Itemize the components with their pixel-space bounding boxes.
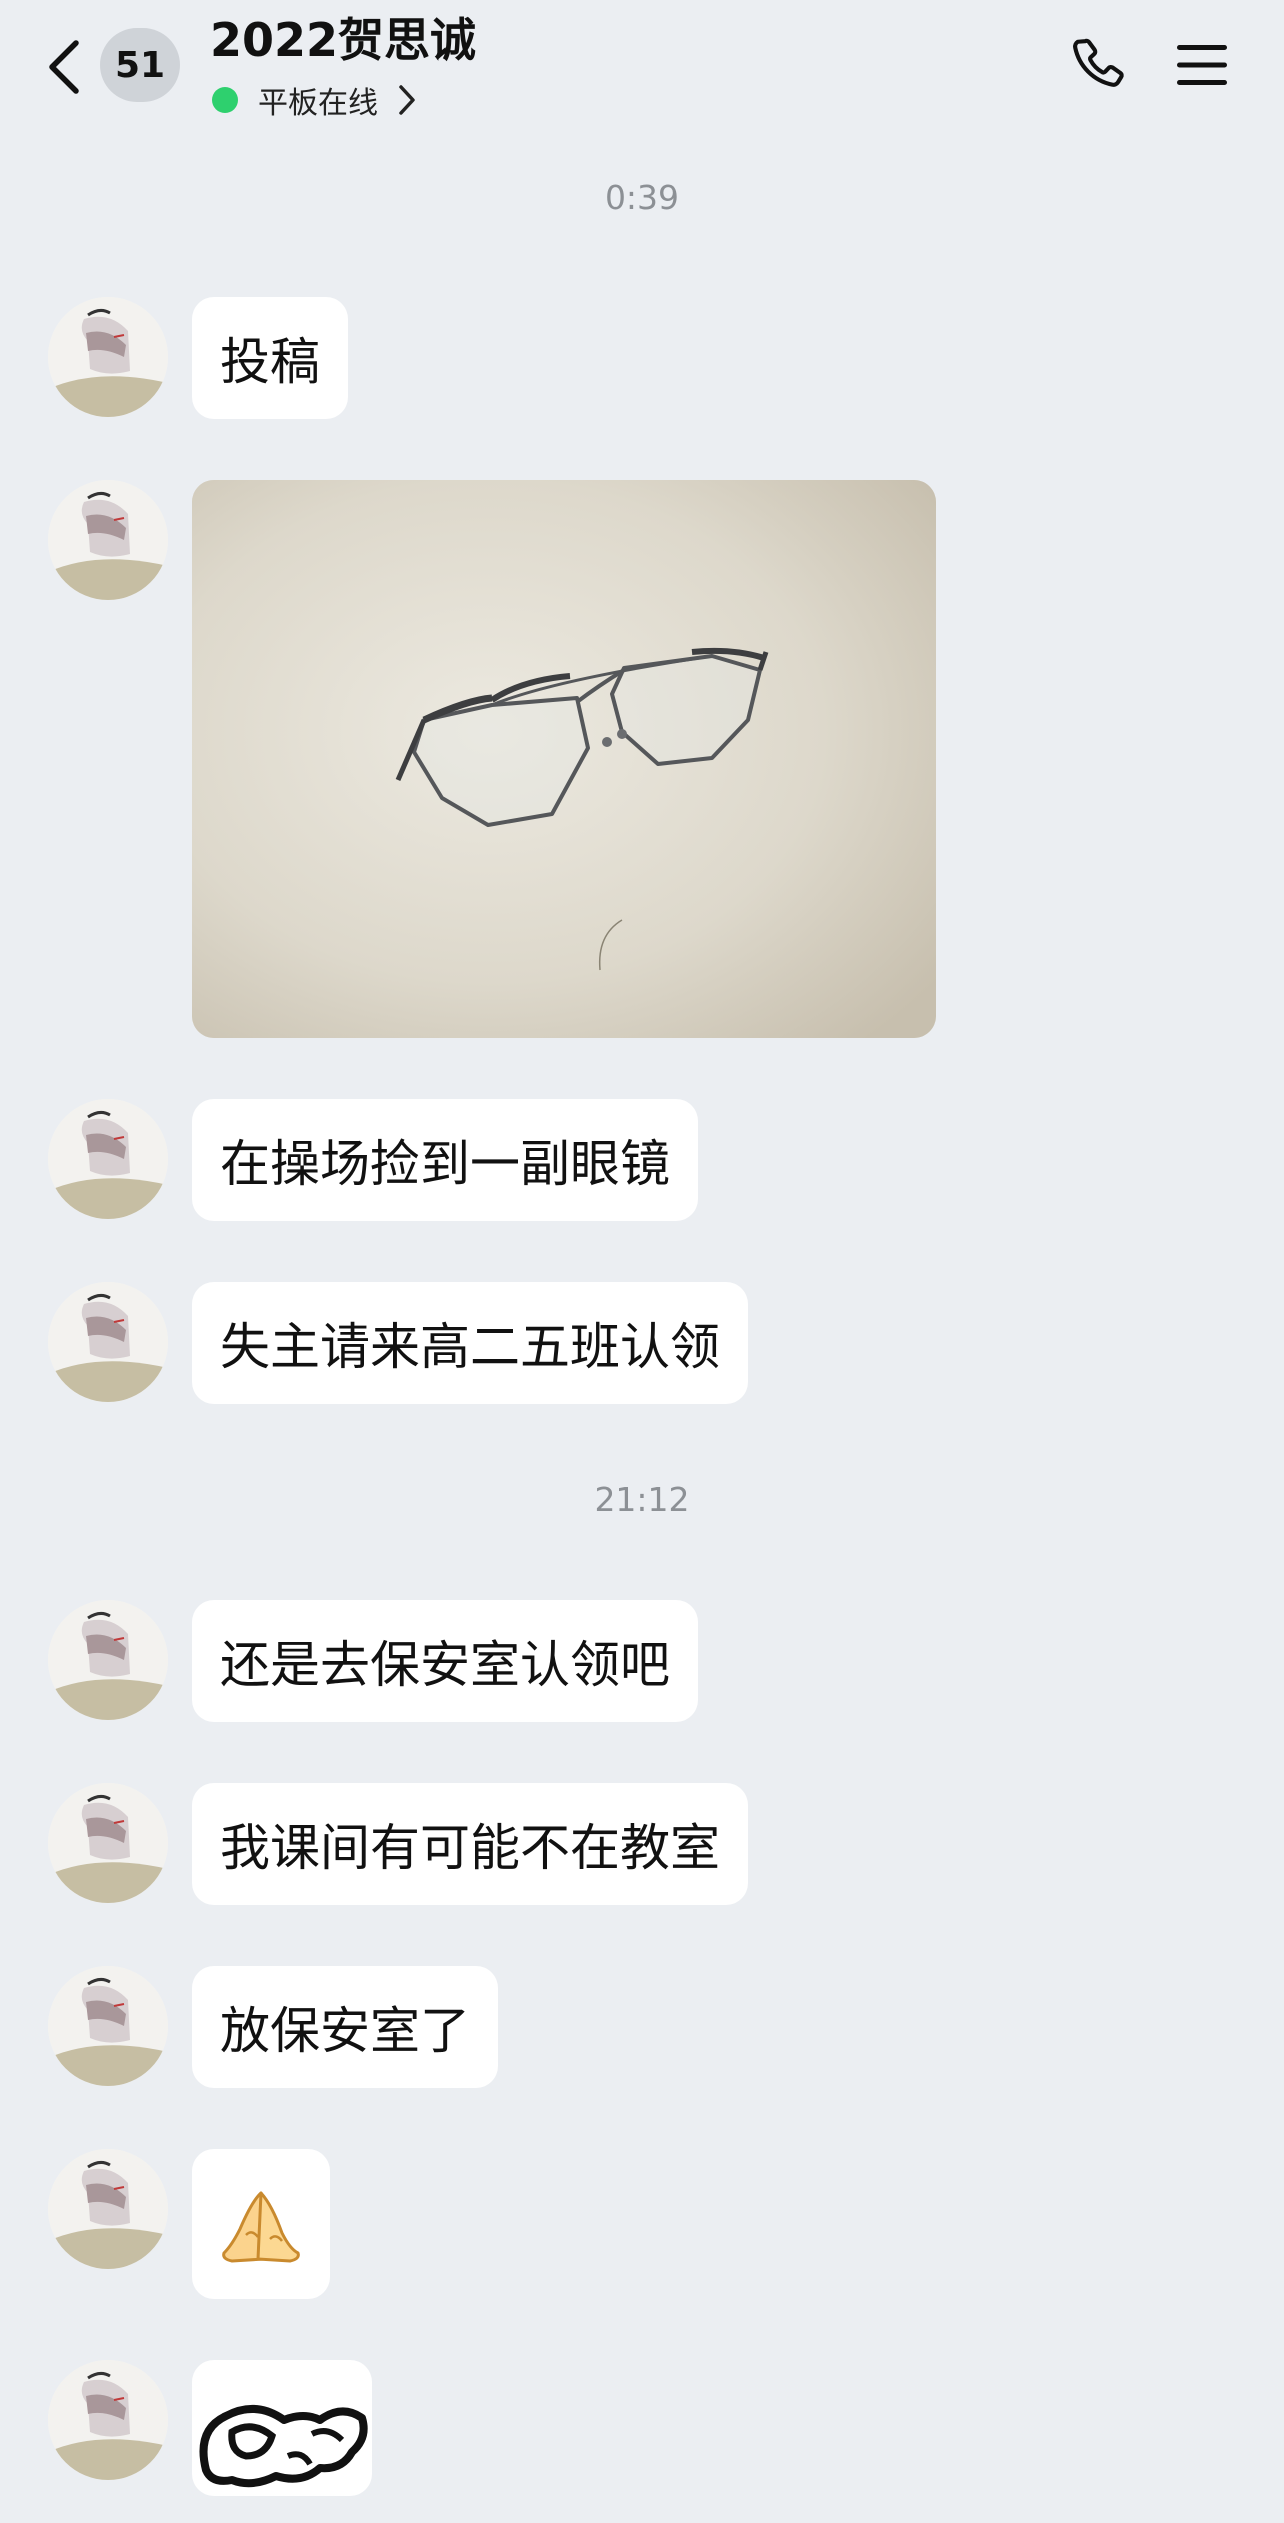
message-bubble[interactable]: 失主请来高二五班认领 [192,1282,748,1404]
unread-count-badge[interactable]: 51 [100,28,180,102]
avatar[interactable] [48,2360,168,2480]
chevron-right-icon [399,85,415,115]
online-dot-icon [212,87,238,113]
chat-header: 51 2022贺思诚 平板在线 [0,0,1284,135]
more-menu-button[interactable] [1170,30,1234,100]
avatar[interactable] [48,297,168,417]
avatar[interactable] [48,1783,168,1903]
phone-icon [1073,38,1124,87]
message-bubble[interactable]: 还是去保安室认领吧 [192,1600,698,1722]
glasses-photo-image[interactable] [192,480,936,1038]
timestamp-separator: 0:39 [604,178,680,217]
hamburger-menu-icon [1177,45,1227,85]
online-status[interactable]: 平板在线 [212,78,418,122]
sketch-animal-icon [199,2404,368,2488]
call-button[interactable] [1064,30,1134,100]
avatar[interactable] [48,1966,168,2086]
avatar[interactable] [48,2149,168,2269]
back-button[interactable] [40,32,88,102]
message-bubble[interactable]: 放保安室了 [192,1966,498,2088]
message-bubble[interactable]: 在操场捡到一副眼镜 [192,1099,698,1221]
online-status-text: 平板在线 [258,86,378,121]
avatar[interactable] [48,1282,168,1402]
pray-hands-icon [222,2191,300,2263]
sketch-sticker[interactable] [192,2360,372,2496]
message-bubble[interactable]: 我课间有可能不在教室 [192,1783,748,1905]
avatar[interactable] [48,1600,168,1720]
avatar[interactable] [48,480,168,600]
chat-title[interactable]: 2022贺思诚 [210,4,476,70]
back-chevron-icon [49,40,79,94]
timestamp-separator: 21:12 [594,1480,690,1519]
pray-emoji-sticker[interactable] [192,2149,330,2299]
message-bubble[interactable]: 投稿 [192,297,348,419]
avatar[interactable] [48,1099,168,1219]
